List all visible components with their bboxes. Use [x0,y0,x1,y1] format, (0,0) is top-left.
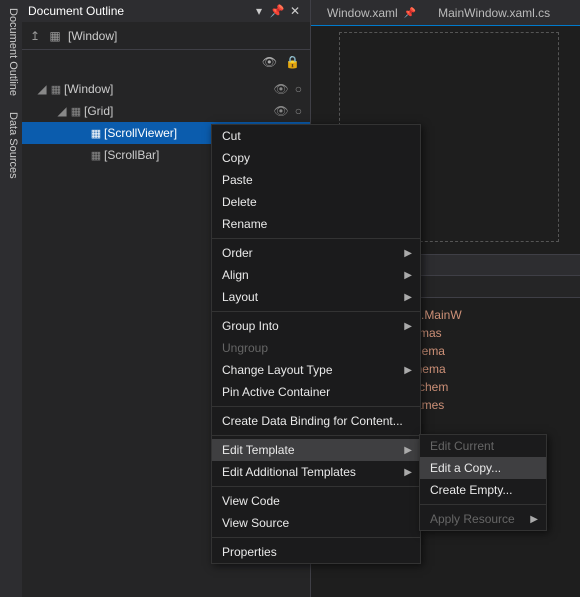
menu-item-label: Cut [222,129,241,143]
menu-item[interactable]: Edit Template ▶ [212,439,420,461]
vtab-document-outline[interactable]: Document Outline [0,0,22,104]
chevron-right-icon: ▶ [404,248,412,259]
menu-item[interactable]: Layout ▶ [212,286,420,308]
lock-icon: 🔒 [285,55,300,69]
panel-header: Document Outline ▾ 📌 ✕ [22,0,310,22]
menu-item[interactable]: Edit Additional Templates ▶ [212,461,420,483]
menu-item[interactable]: Group Into ▶ [212,315,420,337]
menu-item[interactable]: View Code [212,490,420,512]
menu-item[interactable]: Rename [212,213,420,235]
vertical-tab-strip: Document Outline Data Sources [0,0,22,597]
chevron-right-icon: ▶ [530,514,538,525]
menu-item[interactable]: Pin Active Container [212,381,420,403]
tab-label: Window.xaml [327,6,398,20]
tree-node[interactable]: ◢▦[Grid]👁 ○ [22,100,310,122]
menu-item[interactable]: Align ▶ [212,264,420,286]
menu-item-label: Create Data Binding for Content... [222,414,403,428]
pin-icon[interactable]: 📌 [268,4,286,18]
submenu-item-label: Apply Resource [430,512,515,526]
menu-item-label: Group Into [222,319,279,333]
tree-node-label: [Window] [64,82,274,96]
tree-node-label: [Grid] [84,104,274,118]
menu-item[interactable]: View Source [212,512,420,534]
grid-icon: ▦ [48,29,62,43]
tab-mainwindow-cs[interactable]: MainWindow.xaml.cs [428,1,560,25]
menu-separator [212,406,420,407]
chevron-right-icon: ▶ [404,292,412,303]
menu-item-label: Change Layout Type [222,363,333,377]
chevron-right-icon: ▶ [404,365,412,376]
context-menu: CutCopyPasteDeleteRenameOrder▶Align▶Layo… [211,124,421,564]
chevron-right-icon: ▶ [404,270,412,281]
menu-item-label: Align [222,268,249,282]
menu-separator [212,311,420,312]
menu-item: Ungroup [212,337,420,359]
menu-item[interactable]: Paste [212,169,420,191]
menu-item[interactable]: Properties [212,541,420,563]
eye-icon: 👁 [262,55,277,69]
submenu-item: Apply Resource ▶ [420,508,546,530]
menu-item[interactable]: Order ▶ [212,242,420,264]
submenu-item[interactable]: Edit a Copy... [420,457,546,479]
edit-template-submenu: Edit Current Edit a Copy... Create Empty..… [419,434,547,531]
menu-item-label: Copy [222,151,250,165]
chevron-right-icon: ▶ [404,445,412,456]
menu-item-label: Ungroup [222,341,268,355]
eye-icon[interactable]: 👁 [274,104,289,118]
menu-item-label: Rename [222,217,267,231]
menu-item-label: Edit Template [222,443,295,457]
submenu-item-label: Create Empty... [430,483,512,497]
menu-item[interactable]: Delete [212,191,420,213]
menu-item-label: Delete [222,195,257,209]
menu-item-label: Pin Active Container [222,385,330,399]
menu-item-label: View Source [222,516,289,530]
pin-icon[interactable]: 📌 [404,8,416,19]
menu-item[interactable]: Change Layout Type ▶ [212,359,420,381]
element-icon: ▦ [68,105,84,118]
menu-item[interactable]: Cut [212,125,420,147]
menu-item-label: Paste [222,173,253,187]
breadcrumb-label[interactable]: [Window] [68,29,117,43]
submenu-item-label: Edit Current [430,439,494,453]
menu-item[interactable]: Copy [212,147,420,169]
element-icon: ▦ [48,83,64,96]
visibility-header: 👁 🔒 [22,50,310,74]
submenu-item[interactable]: Create Empty... [420,479,546,501]
up-arrow-icon[interactable]: ↥ [28,29,42,43]
tree-node[interactable]: ◢▦[Window]👁 ○ [22,78,310,100]
chevron-right-icon: ▶ [404,467,412,478]
tab-window-xaml[interactable]: Window.xaml 📌 [317,1,426,25]
breadcrumb: ↥ ▦ [Window] [22,22,310,50]
dropdown-icon[interactable]: ▾ [250,4,268,18]
menu-item[interactable]: Create Data Binding for Content... [212,410,420,432]
menu-separator [212,486,420,487]
eye-icon[interactable]: 👁 [274,82,289,96]
menu-item-label: Edit Additional Templates [222,465,356,479]
tab-label: MainWindow.xaml.cs [438,6,550,20]
element-icon: ▦ [88,149,104,162]
close-icon[interactable]: ✕ [286,4,304,18]
menu-separator [212,537,420,538]
expander-icon[interactable]: ◢ [56,104,68,118]
vtab-data-sources[interactable]: Data Sources [0,104,22,187]
lock-ring-icon[interactable]: ○ [295,82,302,96]
lock-ring-icon[interactable]: ○ [295,104,302,118]
menu-separator [212,238,420,239]
submenu-item: Edit Current [420,435,546,457]
menu-item-label: View Code [222,494,280,508]
element-icon: ▦ [88,127,104,140]
menu-item-label: Properties [222,545,277,559]
editor-tabs: Window.xaml 📌 MainWindow.xaml.cs [311,0,580,26]
menu-separator [420,504,546,505]
menu-separator [212,435,420,436]
menu-item-label: Order [222,246,253,260]
expander-icon[interactable]: ◢ [36,82,48,96]
chevron-right-icon: ▶ [404,321,412,332]
panel-title: Document Outline [28,4,250,18]
menu-item-label: Layout [222,290,258,304]
submenu-item-label: Edit a Copy... [430,461,501,475]
